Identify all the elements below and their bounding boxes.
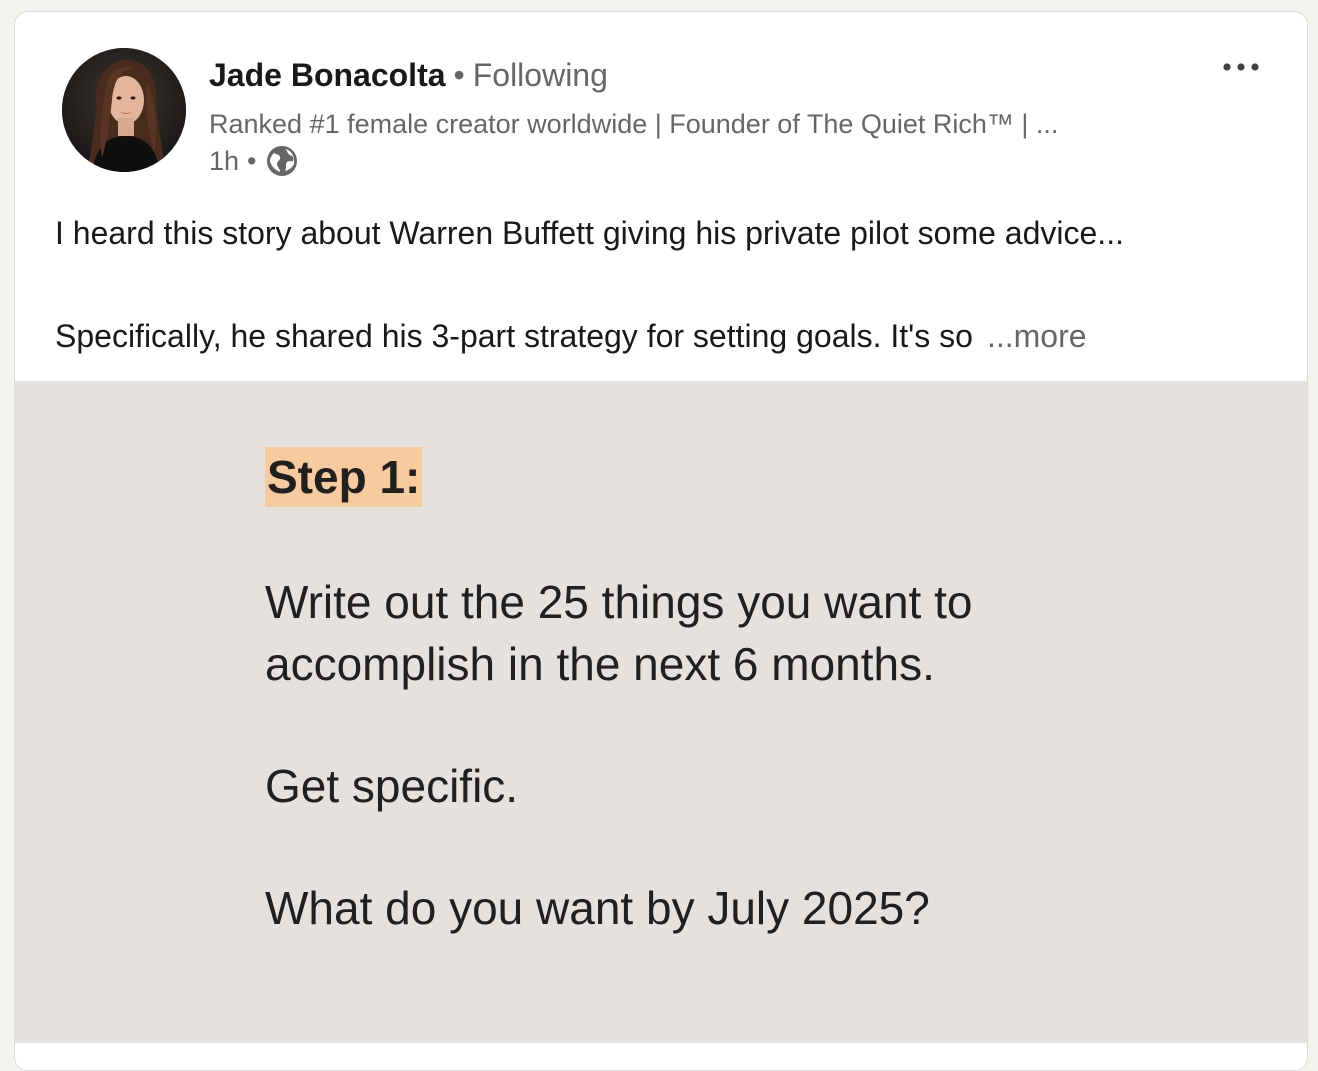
profile-photo xyxy=(62,48,186,172)
author-name[interactable]: Jade Bonacolta xyxy=(209,57,446,93)
meta-separator: • xyxy=(247,146,257,176)
slide-step-heading: Step 1: xyxy=(265,447,423,507)
follow-status: Following xyxy=(472,57,608,93)
slide-paragraph-3: What do you want by July 2025? xyxy=(265,882,930,934)
globe-icon xyxy=(265,144,299,178)
author-avatar[interactable] xyxy=(62,48,186,172)
post-body-line-1: I heard this story about Warren Buffett … xyxy=(55,215,1124,251)
author-headline: Ranked #1 female creator worldwide | Fou… xyxy=(209,109,1059,139)
slide-paragraph-1-line-1: Write out the 25 things you want to xyxy=(265,576,973,628)
author-line: Jade Bonacolta • Following xyxy=(209,55,608,95)
more-horizontal-icon[interactable] xyxy=(1219,52,1263,82)
post-footer-edge xyxy=(15,1043,1307,1070)
bullet-separator: • xyxy=(453,57,465,93)
slide-content: Step 1: Write out the 25 things you want… xyxy=(265,447,972,939)
post-meta: 1h • xyxy=(209,144,299,178)
see-more-link[interactable]: ...more xyxy=(987,318,1087,354)
slide-paragraph-1: Write out the 25 things you want to acco… xyxy=(265,571,972,695)
post-body-line-2-text: Specifically, he shared his 3-part strat… xyxy=(55,318,973,354)
post-time: 1h xyxy=(209,146,240,176)
slide-paragraph-1-line-2: accomplish in the next 6 months. xyxy=(265,638,935,690)
document-slide[interactable]: Step 1: Write out the 25 things you want… xyxy=(15,381,1307,1043)
post-body-line-2: Specifically, he shared his 3-part strat… xyxy=(55,314,1275,358)
feed-post-card: Jade Bonacolta • Following Ranked #1 femal… xyxy=(14,11,1308,1071)
post-body: I heard this story about Warren Buffett … xyxy=(55,211,1275,358)
slide-paragraph-2: Get specific. xyxy=(265,760,519,812)
